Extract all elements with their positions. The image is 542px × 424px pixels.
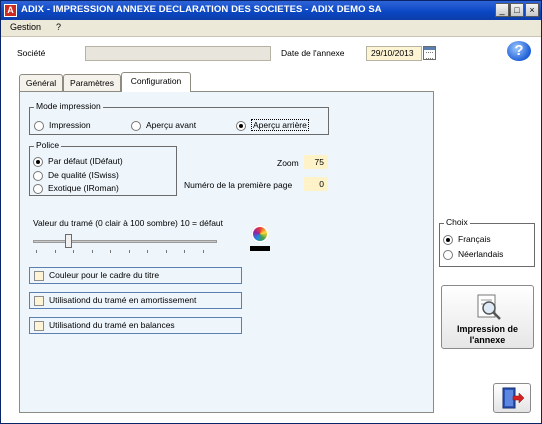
slider-tick (92, 250, 93, 253)
tab-configuration[interactable]: Configuration (121, 72, 191, 92)
color-picker-icon[interactable] (251, 225, 269, 243)
main-window: A ADIX - IMPRESSION ANNEXE DECLARATION D… (0, 0, 542, 424)
tab-general[interactable]: Général (19, 74, 63, 91)
menu-bar: Gestion ? (1, 20, 541, 37)
option-trame-amortissement-checkbox[interactable] (34, 295, 44, 306)
societe-field[interactable] (85, 46, 271, 61)
radio-impression-control[interactable] (34, 120, 44, 131)
configuration-panel (19, 91, 434, 413)
window-title: ADIX - IMPRESSION ANNEXE DECLARATION DES… (21, 4, 382, 15)
trame-slider-track[interactable] (33, 240, 217, 243)
color-swatch (250, 246, 270, 251)
radio-neerlandais[interactable]: Néerlandais (443, 249, 503, 260)
print-annex-label-line2: l'annexe (469, 335, 506, 345)
menu-gestion[interactable]: Gestion (10, 22, 41, 32)
slider-tick (147, 250, 148, 253)
slider-tick (166, 250, 167, 253)
maximize-button[interactable]: □ (510, 3, 524, 17)
radio-apercu-arriere-control[interactable] (236, 120, 246, 131)
first-page-field[interactable]: 0 (304, 177, 328, 191)
option-trame-balances[interactable]: Utilisationd du tramé en balances (29, 317, 242, 334)
radio-police-defaut[interactable]: Par défaut (IDéfaut) (33, 156, 123, 167)
radio-francais-label: Français (458, 234, 491, 244)
slider-tick (55, 250, 56, 253)
radio-apercu-avant[interactable]: Aperçu avant (131, 120, 196, 131)
radio-police-defaut-control[interactable] (33, 156, 43, 167)
choix-group: Choix (439, 217, 535, 267)
date-field[interactable]: 29/10/2013 (366, 46, 422, 61)
first-page-label: Numéro de la première page (184, 180, 293, 190)
trame-slider-thumb[interactable] (65, 234, 72, 248)
radio-police-defaut-label: Par défaut (IDéfaut) (48, 156, 123, 166)
title-bar[interactable]: A ADIX - IMPRESSION ANNEXE DECLARATION D… (1, 1, 541, 20)
radio-police-qualite-control[interactable] (33, 170, 43, 181)
option-couleur-cadre-label: Couleur pour le cadre du titre (49, 270, 160, 280)
radio-police-exotique-control[interactable] (33, 183, 43, 194)
police-title: Police (34, 140, 62, 150)
option-couleur-cadre[interactable]: Couleur pour le cadre du titre (29, 267, 242, 284)
radio-apercu-arriere[interactable]: Aperçu arrière (236, 119, 309, 131)
option-couleur-cadre-checkbox[interactable] (34, 270, 44, 281)
option-trame-balances-checkbox[interactable] (34, 320, 44, 331)
radio-neerlandais-control[interactable] (443, 249, 453, 260)
slider-tick (110, 250, 111, 253)
print-preview-icon (477, 294, 501, 320)
radio-neerlandais-label: Néerlandais (458, 249, 504, 259)
radio-impression-label: Impression (49, 120, 91, 130)
exit-button[interactable] (493, 383, 531, 413)
menu-help[interactable]: ? (56, 22, 61, 32)
option-trame-amortissement-label: Utilisationd du tramé en amortissement (49, 295, 197, 305)
radio-francais-control[interactable] (443, 234, 453, 245)
radio-police-exotique-label: Exotique (IRoman) (48, 183, 119, 193)
radio-police-qualite-label: De qualité (ISwiss) (48, 170, 119, 180)
option-trame-balances-label: Utilisationd du tramé en balances (49, 320, 175, 330)
date-label: Date de l'annexe (281, 48, 345, 58)
slider-tick (203, 250, 204, 253)
radio-impression[interactable]: Impression (34, 120, 91, 131)
slider-tick (73, 250, 74, 253)
radio-police-qualite[interactable]: De qualité (ISwiss) (33, 170, 119, 181)
close-button[interactable]: × (525, 3, 539, 17)
slider-tick (184, 250, 185, 253)
radio-apercu-arriere-label: Aperçu arrière (251, 119, 309, 131)
societe-label: Société (17, 48, 46, 58)
radio-apercu-avant-control[interactable] (131, 120, 141, 131)
radio-francais[interactable]: Français (443, 234, 491, 245)
radio-police-exotique[interactable]: Exotique (IRoman) (33, 183, 119, 194)
choix-title: Choix (444, 217, 470, 227)
exit-door-icon (502, 387, 525, 409)
slider-tick (36, 250, 37, 253)
radio-apercu-avant-label: Aperçu avant (146, 120, 197, 130)
trame-label: Valeur du tramé (0 clair à 100 sombre) 1… (33, 218, 224, 228)
zoom-label: Zoom (277, 158, 299, 168)
zoom-field[interactable]: 75 (304, 155, 328, 169)
print-annex-label-line1: Impression de (456, 324, 519, 334)
minimize-button[interactable]: _ (495, 3, 509, 17)
mode-impression-title: Mode impression (34, 101, 103, 111)
help-icon[interactable]: ? (507, 41, 531, 61)
calendar-icon[interactable] (423, 46, 436, 60)
print-annex-label: Impression de l'annexe (442, 324, 533, 346)
option-trame-amortissement[interactable]: Utilisationd du tramé en amortissement (29, 292, 242, 309)
app-icon: A (4, 4, 17, 17)
tab-parametres[interactable]: Paramètres (63, 74, 121, 91)
print-annex-button[interactable]: Impression de l'annexe (441, 285, 534, 349)
slider-tick (129, 250, 130, 253)
